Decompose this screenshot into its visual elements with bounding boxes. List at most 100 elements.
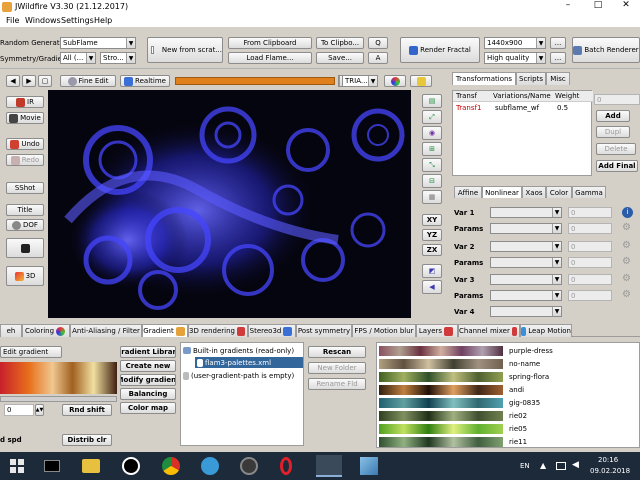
modify-gradient-button[interactable]: Modify gradient <box>120 374 176 386</box>
list-item[interactable]: purple-dress <box>379 345 639 357</box>
chrome-icon[interactable] <box>162 457 180 475</box>
tab-fps-motion-blur[interactable]: FPS / Motion blur <box>352 324 416 337</box>
undo-arrow-button[interactable]: ◀ <box>6 75 20 87</box>
movie-button[interactable]: Movie <box>6 112 44 124</box>
dof-button[interactable]: DOF <box>6 219 44 231</box>
flame-preview-canvas[interactable] <box>48 90 411 318</box>
a-button[interactable]: A <box>368 52 388 64</box>
volume-icon[interactable]: ◀ <box>572 460 579 470</box>
params3-select[interactable]: ▼ <box>490 290 562 301</box>
tree-item-selected[interactable]: flam3-palettes.xml <box>195 357 303 368</box>
list-item[interactable]: gig-0835 <box>379 397 639 409</box>
info-icon[interactable]: i <box>622 207 633 218</box>
three-d-button[interactable]: 3D <box>6 266 44 286</box>
params3-value[interactable]: 0 <box>568 290 612 301</box>
tool-triangle-button[interactable]: ◩ <box>422 264 442 278</box>
var3-select[interactable]: ▼ <box>490 274 562 285</box>
ir-button[interactable]: IR <box>6 96 44 108</box>
start-button[interactable] <box>6 456 28 476</box>
gear-icon[interactable]: ⚙ <box>622 222 631 233</box>
rename-folder-button[interactable]: Rename Fld <box>308 378 366 390</box>
tab-transformations[interactable]: Transformations <box>452 72 516 85</box>
render-fractal-button[interactable]: Render Fractal <box>400 37 480 63</box>
wand-button[interactable] <box>410 75 432 87</box>
tool-shear-button[interactable]: ⤡ <box>422 158 442 172</box>
gear-icon[interactable]: ⚙ <box>622 289 631 300</box>
to-clipboard-button[interactable]: To Clipbo... <box>316 37 364 49</box>
tree-item[interactable]: Built-in gradients (read-only) <box>183 345 303 356</box>
tab-affine[interactable]: Affine <box>454 186 482 198</box>
resolution-select[interactable]: 1440x900 ▼ <box>484 37 546 49</box>
var4-select[interactable]: ▼ <box>490 306 562 317</box>
yz-button[interactable]: YZ <box>422 229 442 241</box>
balancing-button[interactable]: Balancing <box>120 388 176 400</box>
cmd-icon[interactable] <box>44 460 60 472</box>
clock-date[interactable]: 09.02.2018 <box>590 467 630 475</box>
redo-arrow-button[interactable]: ▶ <box>22 75 36 87</box>
new-folder-button[interactable]: New Folder <box>308 362 366 374</box>
list-item[interactable]: no-name <box>379 358 639 370</box>
from-clipboard-button[interactable]: From Clipboard <box>228 37 312 49</box>
tool-flip-button[interactable]: ⊟ <box>422 174 442 188</box>
random-generator-select[interactable]: SubFlame ▼ <box>60 37 136 49</box>
close-button[interactable]: ✕ <box>614 0 638 10</box>
notepad-icon[interactable] <box>360 457 378 475</box>
tool-scale-button[interactable]: ◉ <box>422 126 442 140</box>
opera-icon[interactable] <box>280 457 292 475</box>
batch-renderer-button[interactable]: Batch Renderer <box>572 37 640 63</box>
tool-back-button[interactable]: ◀ <box>422 280 442 294</box>
zx-button[interactable]: ZX <box>422 244 442 256</box>
maximize-button[interactable]: □ <box>586 0 610 10</box>
params1-select[interactable]: ▼ <box>490 223 562 234</box>
redo-button[interactable]: Redo <box>6 154 44 166</box>
list-item[interactable]: spring-flora <box>379 371 639 383</box>
gear-icon[interactable]: ⚙ <box>622 273 631 284</box>
var1-select[interactable]: ▼ <box>490 207 562 218</box>
transform-value-input[interactable]: 0 <box>594 94 640 105</box>
tool-grid-button[interactable]: ▦ <box>422 190 442 204</box>
explorer-icon[interactable] <box>82 459 100 473</box>
tool-rotate-button[interactable]: ⤢ <box>422 110 442 124</box>
tab-channel-mixer[interactable]: Channel mixer <box>458 324 520 337</box>
add-final-button[interactable]: Add Final <box>596 160 638 172</box>
network-icon[interactable] <box>556 462 566 470</box>
tab-coloring[interactable]: Coloring <box>22 324 70 337</box>
params2-select[interactable]: ▼ <box>490 257 562 268</box>
gradient-preview[interactable] <box>0 362 117 394</box>
rnd-shift-button[interactable]: Rnd shift <box>62 404 112 416</box>
tab-eh[interactable]: eh <box>0 324 22 337</box>
var1-value[interactable]: 0 <box>568 207 612 218</box>
params2-value[interactable]: 0 <box>568 257 612 268</box>
edit-gradient-button[interactable]: Edit gradient <box>0 346 62 358</box>
clock-time[interactable]: 20:16 <box>598 456 618 464</box>
tab-scripts[interactable]: Scripts <box>516 72 546 85</box>
new-from-scratch-button[interactable]: New from scrat... <box>147 37 223 63</box>
tab-3d-rendering[interactable]: 3D rendering <box>188 324 248 337</box>
symmetry-select[interactable]: All (... ▼ <box>60 52 96 64</box>
table-row[interactable]: Transf1 subflame_wf 0.5 <box>453 103 593 114</box>
tab-layers[interactable]: Layers <box>416 324 458 337</box>
tab-post-symmetry[interactable]: Post symmetry <box>296 324 352 337</box>
menu-file[interactable]: File <box>6 16 19 25</box>
tab-anti-aliasing[interactable]: Anti-Aliasing / Filter <box>70 324 142 337</box>
tab-color[interactable]: Color <box>546 186 572 198</box>
var2-value[interactable]: 0 <box>568 241 612 252</box>
tool-move-button[interactable]: ▤ <box>422 94 442 108</box>
load-flame-button[interactable]: Load Flame... <box>228 52 312 64</box>
menu-settings[interactable]: Settings <box>61 16 94 25</box>
telegram-icon[interactable] <box>201 457 219 475</box>
quality-select[interactable]: High quality ▼ <box>484 52 546 64</box>
tab-xaos[interactable]: Xaos <box>522 186 546 198</box>
list-item[interactable]: rie05 <box>379 423 639 435</box>
java-icon[interactable] <box>316 455 342 477</box>
language-indicator[interactable]: EN <box>520 462 530 470</box>
title-button[interactable]: Title <box>6 204 44 216</box>
menu-windows[interactable]: Windows <box>25 16 61 25</box>
tab-leap-motion[interactable]: Leap Motion <box>520 324 572 337</box>
gradient-library-button[interactable]: Gradient Library <box>120 346 176 358</box>
preview-toggle-button[interactable]: ▢ <box>38 75 52 87</box>
media-button[interactable] <box>6 238 44 258</box>
list-item[interactable]: rie11 <box>379 436 639 447</box>
xy-button[interactable]: XY <box>422 214 442 226</box>
stroke-select[interactable]: Stro... ▼ <box>100 52 136 64</box>
